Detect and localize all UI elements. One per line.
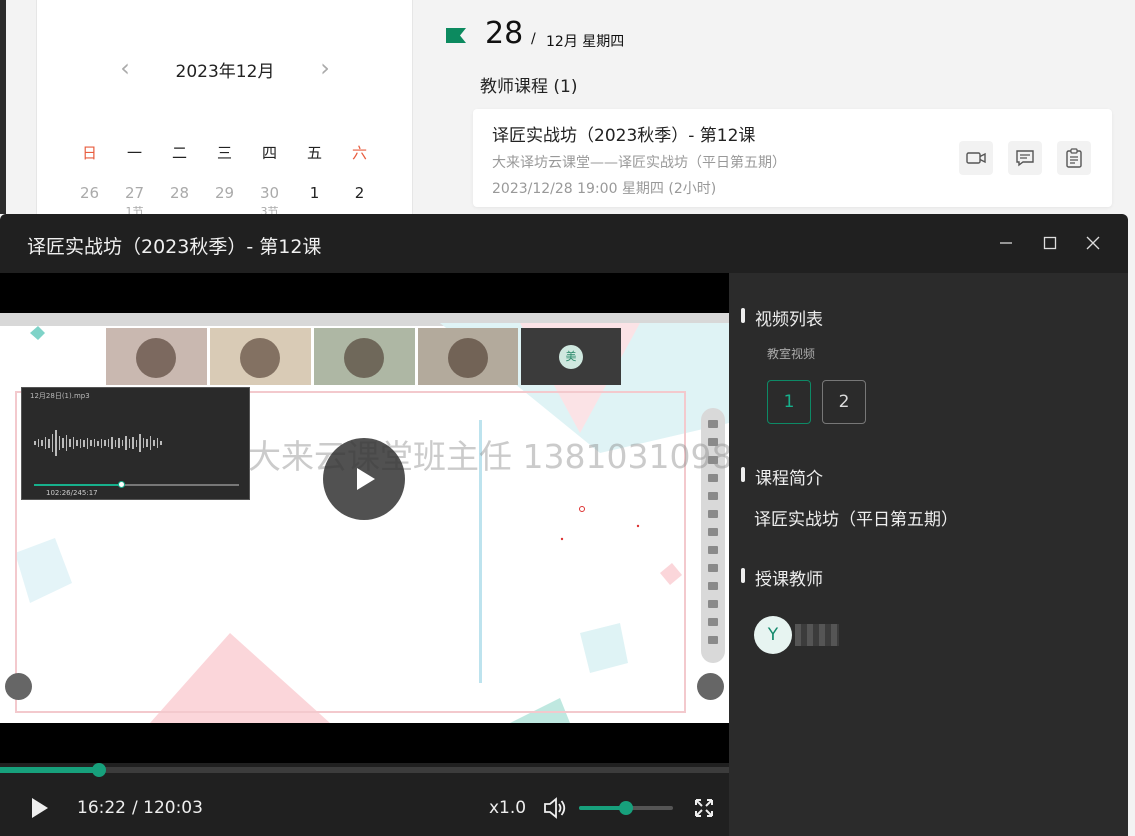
weekday-wed: 三 xyxy=(216,144,232,162)
participant-face xyxy=(136,338,176,378)
fullscreen-icon[interactable] xyxy=(692,796,716,820)
participant-tile: 美 xyxy=(521,328,621,385)
teacher-avatar[interactable]: Y xyxy=(754,616,792,654)
current-time: 16:22 xyxy=(77,798,126,818)
player-sidebar: 视频列表 教室视频 1 2 课程简介 译匠实战坊（平日第五期） 授课教师 Y xyxy=(729,273,1128,836)
participant-tile xyxy=(314,328,415,385)
selected-day: 28 xyxy=(485,16,524,51)
participant-avatar: 美 xyxy=(559,345,583,369)
calendar-days-row: 26 27 1节 28 29 30 3节 1 2 xyxy=(67,184,382,218)
day-number: 30 xyxy=(259,184,280,202)
close-icon xyxy=(1086,236,1100,250)
background-window-edge xyxy=(0,0,6,214)
video-progress-bar[interactable] xyxy=(0,763,729,777)
video-camera-button[interactable] xyxy=(959,141,993,175)
weekday-sat: 六 xyxy=(351,144,367,162)
audio-waveform xyxy=(34,428,162,458)
chevron-left-icon[interactable]: ‹ xyxy=(113,54,137,82)
center-play-button[interactable] xyxy=(323,438,405,520)
course-intro-heading: 课程简介 xyxy=(741,464,823,489)
date-separator: / xyxy=(531,31,536,47)
minimize-button[interactable] xyxy=(993,230,1019,256)
participant-tile xyxy=(106,328,207,385)
recorded-button xyxy=(5,673,32,700)
video-list-heading: 视频列表 xyxy=(741,305,823,330)
total-time: / 120:03 xyxy=(132,798,203,818)
volume-slider[interactable] xyxy=(579,801,673,815)
video-player-window: 译匠实战坊（2023秋季）- 第12课 美 12月28日(1).mp3 102:… xyxy=(0,214,1128,836)
weekday-fri: 五 xyxy=(306,144,322,162)
calendar-day[interactable]: 2 xyxy=(337,184,382,202)
classroom-video-label: 教室视频 xyxy=(767,347,816,361)
audio-player-window: 12月28日(1).mp3 102:26/245:17 xyxy=(21,387,250,500)
video-viewport[interactable]: 美 12月28日(1).mp3 102:26/245:17 大来云课堂班主任 1 xyxy=(0,273,753,763)
day-number: 2 xyxy=(354,184,365,202)
comment-button[interactable] xyxy=(1008,141,1042,175)
calendar-day[interactable]: 27 1节 xyxy=(112,184,157,218)
weekday-thu: 四 xyxy=(261,144,277,162)
video-progress-knob[interactable] xyxy=(92,763,107,777)
maximize-button[interactable] xyxy=(1037,230,1063,256)
day-number: 27 xyxy=(124,184,145,202)
weekday-sun: 日 xyxy=(81,144,97,162)
audio-progress-fill xyxy=(34,484,121,486)
participant-tile xyxy=(210,328,311,385)
day-number: 1 xyxy=(309,184,320,202)
teacher-heading: 授课教师 xyxy=(741,565,823,590)
audio-progress-track xyxy=(34,481,239,488)
flag-icon xyxy=(446,28,466,43)
recorded-button xyxy=(697,673,724,700)
clipboard-icon xyxy=(1066,148,1082,168)
video-progress-fill xyxy=(0,767,100,773)
participant-face xyxy=(240,338,280,378)
episode-button-1[interactable]: 1 xyxy=(767,380,811,424)
weekday-mon: 一 xyxy=(126,144,142,162)
play-icon xyxy=(357,468,375,490)
calendar-panel: ‹ 2023年12月 › 日 一 二 三 四 五 六 26 27 1节 28 29… xyxy=(36,0,413,218)
teacher-course-heading: 教师课程 (1) xyxy=(480,77,578,97)
calendar-day[interactable]: 30 3节 xyxy=(247,184,292,218)
calendar-day[interactable]: 29 xyxy=(202,184,247,202)
comment-icon xyxy=(1016,150,1034,167)
day-number: 29 xyxy=(214,184,235,202)
calendar-day[interactable]: 28 xyxy=(157,184,202,202)
volume-knob[interactable] xyxy=(619,801,633,815)
minimize-icon xyxy=(1000,242,1012,244)
course-card[interactable]: 译匠实战坊（2023秋季）- 第12课 大来译坊云课堂——译匠实战坊（平日第五期… xyxy=(473,109,1112,207)
chevron-right-icon[interactable]: › xyxy=(313,54,337,82)
participant-face xyxy=(448,338,488,378)
course-title: 译匠实战坊（2023秋季）- 第12课 xyxy=(492,126,756,146)
day-number: 28 xyxy=(169,184,190,202)
audio-time: 102:26/245:17 xyxy=(46,489,98,497)
calendar-weekday-header: 日 一 二 三 四 五 六 xyxy=(67,142,382,163)
maximize-icon xyxy=(1043,236,1057,250)
player-title: 译匠实战坊（2023秋季）- 第12课 xyxy=(27,236,322,258)
participant-face xyxy=(344,338,384,378)
participant-tile xyxy=(418,328,518,385)
calendar-day[interactable]: 1 xyxy=(292,184,337,202)
weekday-tue: 二 xyxy=(171,144,187,162)
day-number: 26 xyxy=(79,184,100,202)
calendar-day[interactable]: 26 xyxy=(67,184,112,202)
playback-speed-button[interactable]: x1.0 xyxy=(489,798,526,818)
audio-file-name: 12月28日(1).mp3 xyxy=(30,392,90,400)
schedule-area: 28 / 12月 星期四 教师课程 (1) 译匠实战坊（2023秋季）- 第12… xyxy=(442,0,1135,214)
play-icon[interactable] xyxy=(26,795,52,821)
volume-icon[interactable] xyxy=(542,795,568,821)
episode-button-2[interactable]: 2 xyxy=(822,380,866,424)
calendar-month-label: 2023年12月 xyxy=(175,62,275,82)
selected-month-weekday: 12月 星期四 xyxy=(546,34,625,50)
teacher-name-redacted xyxy=(795,624,839,646)
audio-progress-knob xyxy=(118,481,125,488)
course-time: 2023/12/28 19:00 星期四 (2小时) xyxy=(492,181,717,197)
close-button[interactable] xyxy=(1080,230,1106,256)
clipboard-button[interactable] xyxy=(1057,141,1091,175)
video-camera-icon xyxy=(966,152,986,164)
course-intro-text: 译匠实战坊（平日第五期） xyxy=(754,510,958,530)
course-subtitle: 大来译坊云课堂——译匠实战坊（平日第五期） xyxy=(492,155,786,171)
